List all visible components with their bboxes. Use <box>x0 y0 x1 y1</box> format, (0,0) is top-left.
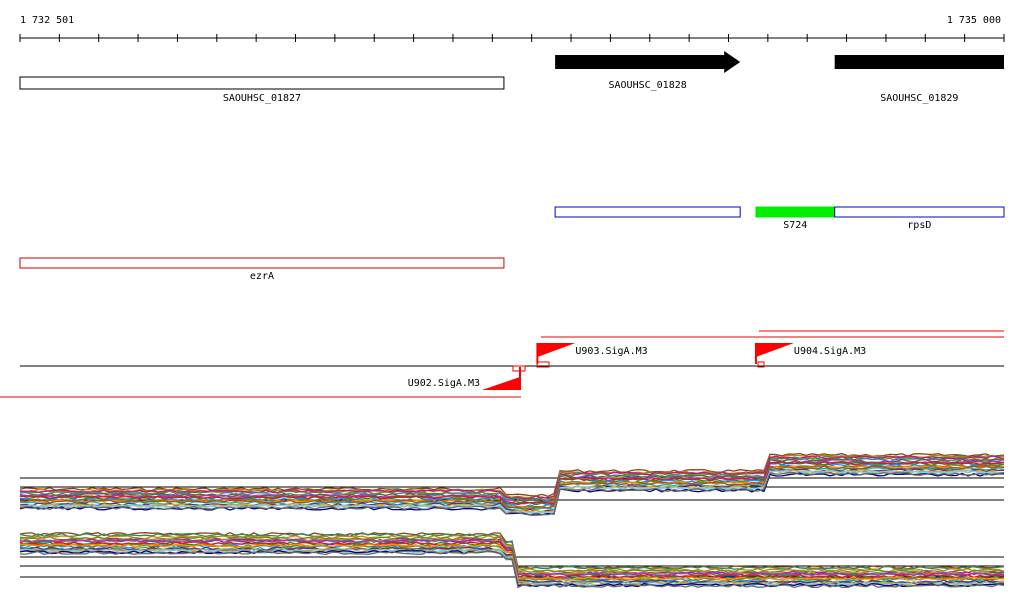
feature-box <box>755 206 836 218</box>
promoter-flag-icon <box>537 343 576 357</box>
expression-profile-line <box>19 471 1005 516</box>
feature-track: S724 rpsD ezrA <box>19 206 1005 282</box>
feature-box <box>834 206 1005 218</box>
genome-browser-view: 1 732 501 1 735 000 SAOUHSC_01827SAOUHSC… <box>0 15 1005 589</box>
promoter-track: U902.SigA.M3 U903.SigA.M3 U904.SigA.M3 <box>0 330 1004 398</box>
promoter-flag-icon <box>755 343 794 357</box>
gene-arrow <box>555 51 741 73</box>
feature-box <box>554 206 741 218</box>
gene-box <box>19 76 505 90</box>
coordinate-ruler: 1 732 501 1 735 000 <box>19 15 1005 42</box>
expression-profile-panel-2 <box>19 531 1005 589</box>
gene-track: SAOUHSC_01827 SAOUHSC_01828 SAOUHSC_01829 <box>19 51 1004 104</box>
promoter-label: U902.SigA.M3 <box>408 378 480 389</box>
gene-label: SAOUHSC_01829 <box>880 93 958 104</box>
feature-label: ezrA <box>250 271 274 282</box>
feature-label: S724 <box>783 220 807 231</box>
expression-profile-panel-1 <box>19 452 1005 516</box>
gene-label: SAOUHSC_01828 <box>609 80 687 91</box>
ruler-end-label: 1 735 000 <box>947 15 1001 26</box>
promoter-flag-icon <box>482 377 520 390</box>
gene-bar <box>834 55 1004 69</box>
feature-label: rpsD <box>907 220 931 231</box>
promoter-label: U904.SigA.M3 <box>794 346 866 357</box>
feature-box <box>19 257 505 269</box>
gene-label: SAOUHSC_01827 <box>223 93 301 104</box>
ruler-start-label: 1 732 501 <box>20 15 74 26</box>
promoter-label: U903.SigA.M3 <box>575 346 647 357</box>
expression-profile-line <box>19 456 1005 501</box>
